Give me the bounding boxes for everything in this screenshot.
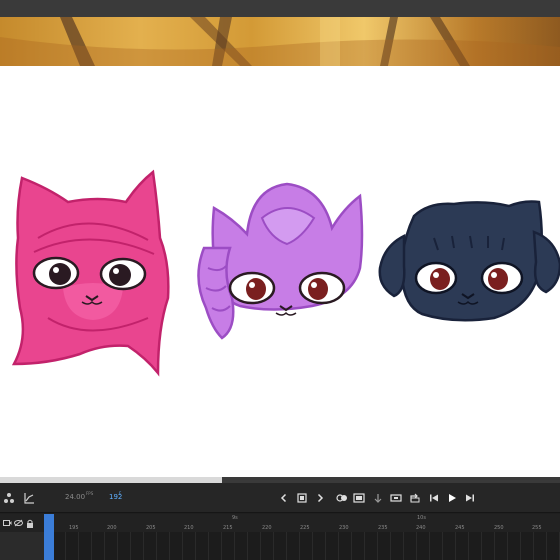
stop-icon[interactable] xyxy=(295,491,309,505)
timeline-frame-grid[interactable] xyxy=(0,532,560,560)
frame-tick: 210 xyxy=(184,525,194,531)
fps-unit: FPS xyxy=(86,491,94,496)
lilac-cat-character[interactable] xyxy=(192,178,372,346)
frame-tick: 205 xyxy=(146,525,156,531)
frame-tick: 215 xyxy=(223,525,233,531)
timeline-panel: 24.00 FPS 192 F 9s 10s 195 200 205 210 2… xyxy=(0,483,560,560)
step-forward-icon[interactable] xyxy=(463,491,477,505)
loop-icon[interactable] xyxy=(389,491,403,505)
playhead[interactable] xyxy=(44,514,54,560)
time-marker-9s: 9s xyxy=(232,515,238,521)
layer-panel[interactable] xyxy=(0,532,44,560)
camera-icon[interactable] xyxy=(408,491,422,505)
frame-unit: F xyxy=(119,491,122,496)
reference-image-strip xyxy=(0,17,560,66)
frame-tick: 240 xyxy=(416,525,426,531)
insert-frame-icon[interactable] xyxy=(371,491,385,505)
pink-cat-character[interactable] xyxy=(8,168,173,378)
frame-tick: 250 xyxy=(494,525,504,531)
camera-toggle-icon[interactable] xyxy=(2,518,12,528)
lock-icon[interactable] xyxy=(25,518,35,528)
frame-tick: 255 xyxy=(532,525,542,531)
frame-tick: 220 xyxy=(262,525,272,531)
time-marker-10s: 10s xyxy=(417,515,426,521)
frame-tick: 245 xyxy=(455,525,465,531)
hide-layer-icon[interactable] xyxy=(13,518,23,528)
chevron-left-icon[interactable] xyxy=(277,491,291,505)
timeline-toolbar: 24.00 FPS 192 F xyxy=(0,483,560,513)
drawing-stage[interactable] xyxy=(0,66,560,477)
graph-icon[interactable] xyxy=(22,491,36,505)
frame-tick: 200 xyxy=(107,525,117,531)
frame-tick: 225 xyxy=(300,525,310,531)
fps-value[interactable]: 24.00 xyxy=(65,493,85,501)
onion-frames-icon[interactable] xyxy=(352,491,366,505)
onion-skin-icon[interactable] xyxy=(335,491,349,505)
reference-image xyxy=(0,17,560,66)
timeline-ruler[interactable] xyxy=(0,514,560,532)
frame-tick: 235 xyxy=(378,525,388,531)
frame-tick: 230 xyxy=(339,525,349,531)
layers-icon[interactable] xyxy=(2,491,16,505)
chevron-right-icon[interactable] xyxy=(313,491,327,505)
step-back-icon[interactable] xyxy=(427,491,441,505)
app-top-bar xyxy=(0,0,560,17)
frame-tick: 195 xyxy=(69,525,79,531)
play-icon[interactable] xyxy=(445,491,459,505)
navy-cat-character[interactable] xyxy=(374,196,560,336)
